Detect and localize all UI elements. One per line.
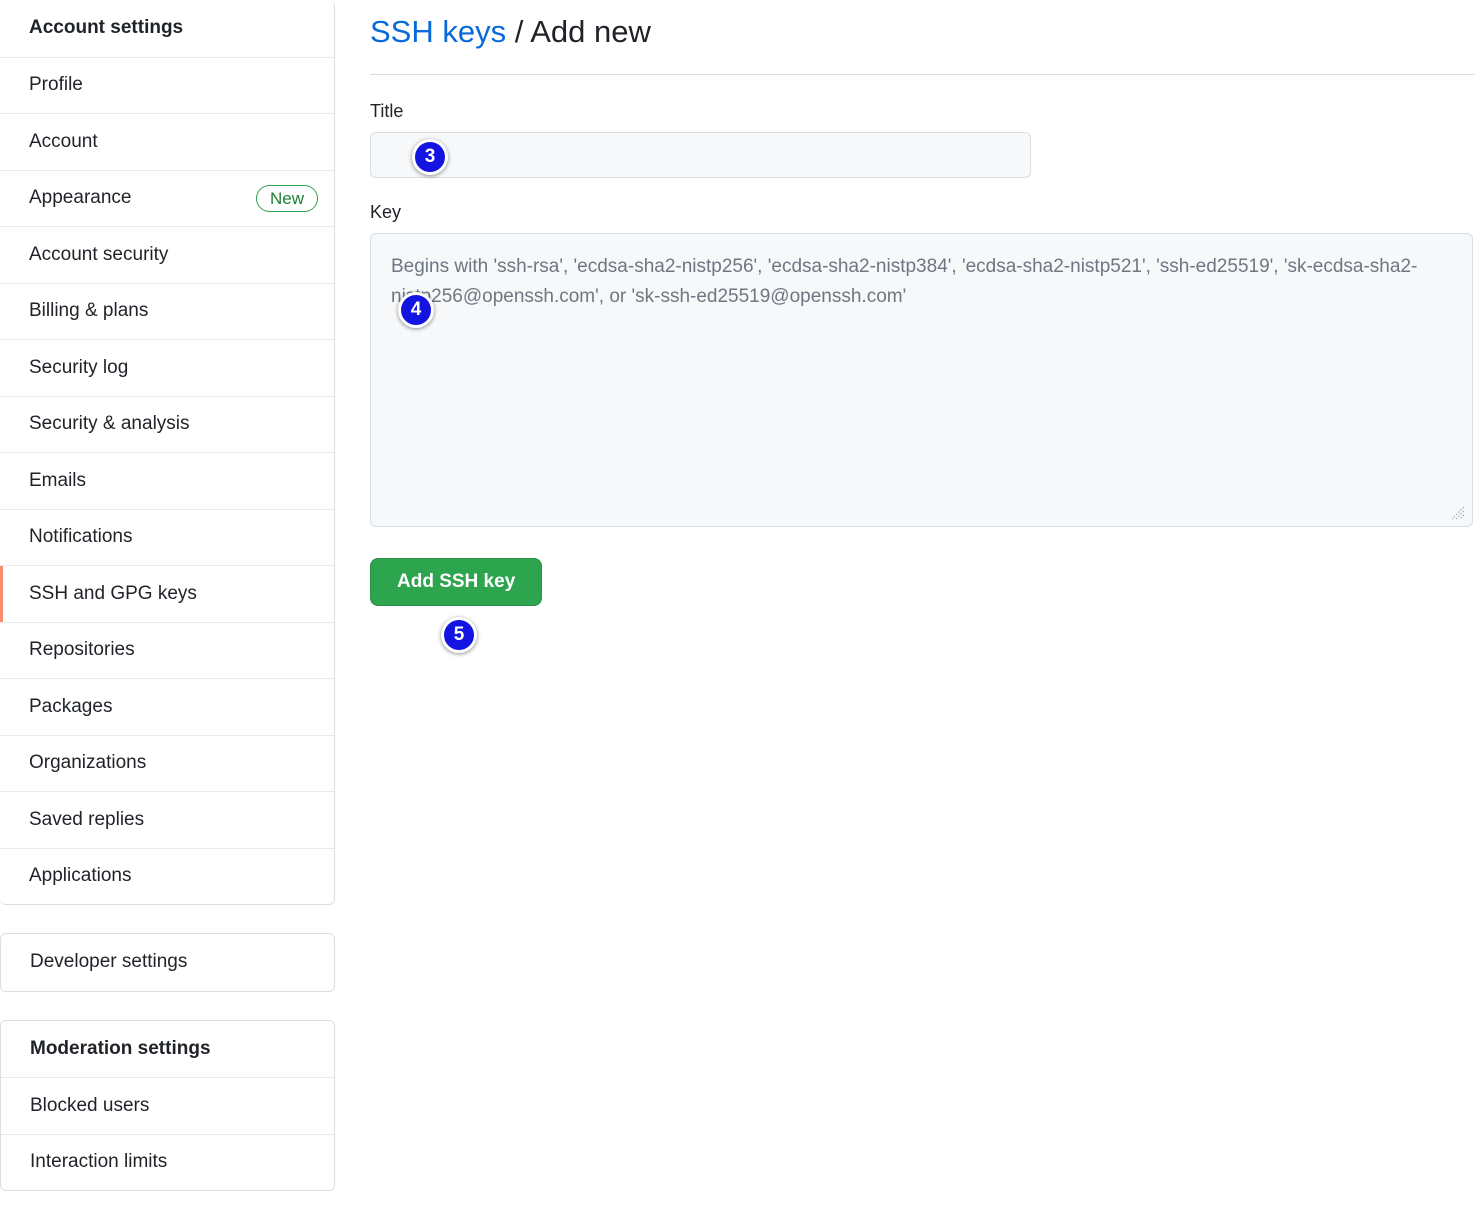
sidebar-item-label: Account security	[29, 243, 169, 265]
sidebar-item-label: Security & analysis	[29, 413, 190, 435]
header-divider	[370, 74, 1475, 76]
nav-group-developer-settings: Developer settings	[0, 933, 335, 992]
sidebar-item-label: Organizations	[29, 752, 147, 774]
main-content: SSH keys / Add new Title Key Add SSH key	[370, 0, 1475, 607]
sidebar-item-notifications[interactable]: Notifications	[0, 508, 334, 565]
nav-group-moderation-settings: Moderation settings Blocked users Intera…	[0, 1019, 335, 1191]
sidebar-item-label: Saved replies	[29, 808, 145, 830]
step-marker-key: 4	[398, 292, 434, 328]
sidebar-item-label: Blocked users	[30, 1094, 150, 1116]
title-field-block: Title	[370, 101, 1475, 179]
sidebar-item-label: Emails	[29, 469, 87, 491]
sidebar-item-label: Packages	[29, 695, 113, 717]
sidebar-item-emails[interactable]: Emails	[0, 452, 334, 509]
page-title: SSH keys / Add new	[370, 12, 1475, 52]
sidebar-item-blocked-users[interactable]: Blocked users	[1, 1077, 334, 1134]
title-input[interactable]	[370, 132, 1031, 179]
title-label: Title	[370, 101, 404, 122]
sidebar-heading-label: Moderation settings	[30, 1037, 211, 1059]
sidebar-item-label: Security log	[29, 356, 129, 378]
sidebar-item-ssh-and-gpg-keys[interactable]: SSH and GPG keys	[0, 565, 334, 622]
sidebar-item-label: Appearance	[29, 187, 132, 209]
sidebar-item-label: Repositories	[29, 639, 135, 661]
sidebar-item-label: Applications	[29, 865, 132, 887]
sidebar-item-label: Account	[29, 130, 98, 152]
sidebar-heading-account-settings: Account settings	[0, 0, 334, 57]
sidebar-item-label: Interaction limits	[30, 1151, 168, 1173]
sidebar-item-account[interactable]: Account	[0, 113, 334, 170]
breadcrumb-link-ssh-keys[interactable]: SSH keys	[370, 14, 506, 49]
breadcrumb-separator: /	[506, 14, 531, 49]
new-badge: New	[255, 184, 318, 212]
add-ssh-key-button[interactable]: Add SSH key	[370, 558, 543, 607]
step-marker-title: 3	[412, 139, 448, 175]
sidebar-item-label: SSH and GPG keys	[29, 582, 197, 604]
sidebar-item-security-and-analysis[interactable]: Security & analysis	[0, 395, 334, 452]
sidebar-item-interaction-limits[interactable]: Interaction limits	[1, 1133, 334, 1190]
sidebar-item-saved-replies[interactable]: Saved replies	[0, 791, 334, 848]
sidebar-item-packages[interactable]: Packages	[0, 678, 334, 735]
key-field-block: Key	[370, 202, 1475, 528]
sidebar-item-applications[interactable]: Applications	[0, 847, 334, 904]
sidebar-item-appearance[interactable]: Appearance New	[0, 169, 334, 226]
sidebar-item-billing-and-plans[interactable]: Billing & plans	[0, 282, 334, 339]
key-label: Key	[370, 202, 402, 223]
sidebar-item-label: Profile	[29, 74, 83, 96]
sidebar-heading-label: Account settings	[29, 17, 184, 39]
sidebar-item-security-log[interactable]: Security log	[0, 339, 334, 396]
sidebar-item-profile[interactable]: Profile	[0, 56, 334, 113]
sidebar-item-account-security[interactable]: Account security	[0, 226, 334, 283]
sidebar-heading-moderation-settings: Moderation settings	[1, 1020, 334, 1077]
settings-sidebar: Account settings Profile Account Appeara…	[0, 0, 335, 1219]
key-textarea[interactable]	[370, 233, 1473, 528]
sidebar-item-organizations[interactable]: Organizations	[0, 734, 334, 791]
step-marker-submit: 5	[441, 617, 477, 653]
sidebar-item-label: Developer settings	[30, 951, 188, 973]
sidebar-item-repositories[interactable]: Repositories	[0, 621, 334, 678]
key-textarea-wrap	[370, 233, 1473, 528]
sidebar-item-label: Billing & plans	[29, 300, 149, 322]
breadcrumb-current: Add new	[530, 14, 651, 49]
sidebar-item-label: Notifications	[29, 526, 133, 548]
nav-group-account-settings: Account settings Profile Account Appeara…	[0, 0, 335, 905]
sidebar-item-developer-settings[interactable]: Developer settings	[1, 934, 334, 991]
